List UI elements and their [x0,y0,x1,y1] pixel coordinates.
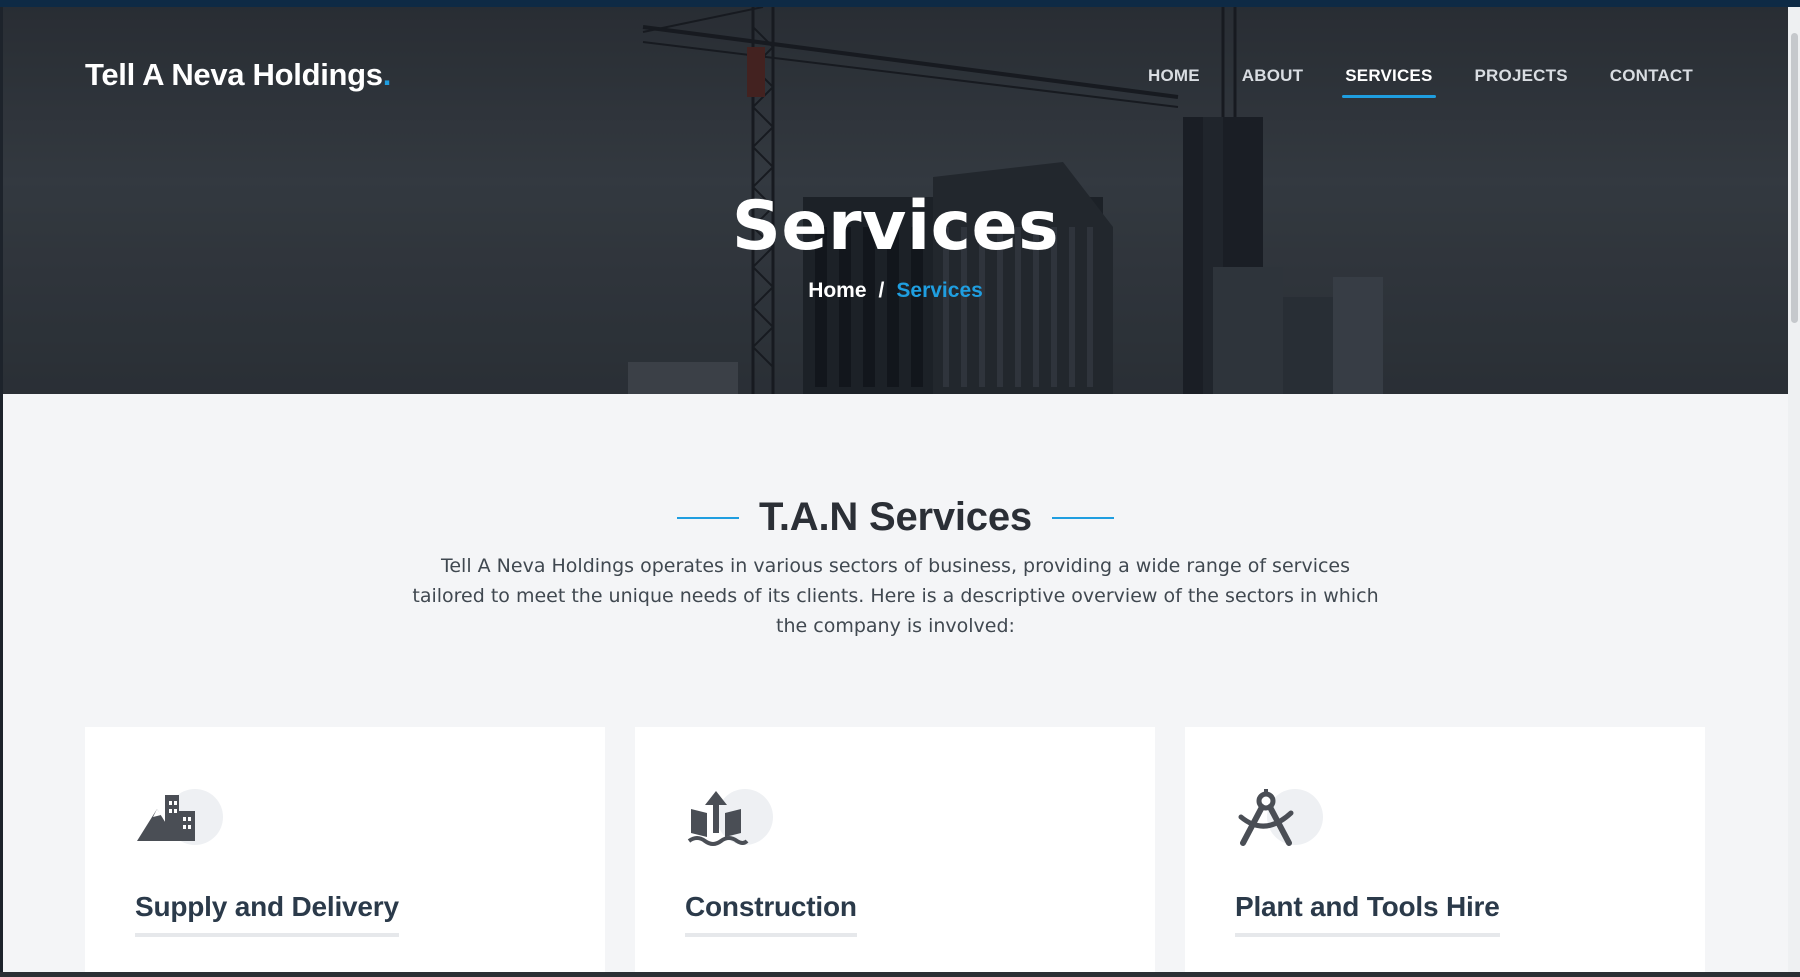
section-title: T.A.N Services [759,495,1032,539]
window-bottom-border [0,972,1800,977]
page-scrollbar[interactable] [1788,7,1800,972]
service-card-construction[interactable]: Construction [635,727,1155,972]
breadcrumb-home-link[interactable]: Home [808,279,866,302]
heading-divider-left [677,516,740,519]
site-logo[interactable]: Tell A Neva Holdings. [85,57,391,93]
scrollbar-thumb[interactable] [1791,33,1798,323]
nav-about[interactable]: ABOUT [1221,65,1324,99]
hero-banner: Tell A Neva Holdings. HOME ABOUT SERVICE… [3,7,1788,394]
service-card-title: Construction [685,891,857,937]
service-cards: Supply and Delivery Construction Plant a… [85,727,1705,972]
logo-dot: . [382,57,392,92]
nav-services[interactable]: SERVICES [1324,65,1453,99]
section-description: Tell A Neva Holdings operates in various… [412,555,1379,637]
nav-projects[interactable]: PROJECTS [1454,65,1589,99]
section-heading: T.A.N Services [3,495,1788,540]
service-card-title: Supply and Delivery [135,891,399,937]
browser-window: Tell A Neva Holdings. HOME ABOUT SERVICE… [0,0,1800,977]
service-card-supply[interactable]: Supply and Delivery [85,727,605,972]
page-title: Services [731,187,1060,266]
breadcrumb-separator: / [878,279,885,302]
window-top-border [0,0,1800,7]
service-card-plant-hire[interactable]: Plant and Tools Hire [1185,727,1705,972]
main-navbar: Tell A Neva Holdings. HOME ABOUT SERVICE… [3,7,1788,137]
breadcrumb-current: Services [896,279,983,302]
nav-menu: HOME ABOUT SERVICES PROJECTS CONTACT [1127,65,1714,99]
water-upload-icon [685,787,773,851]
breadcrumb: Home / Services [3,279,1788,303]
compass-drafting-icon [1235,787,1323,851]
mountain-city-icon [135,787,223,851]
nav-contact[interactable]: CONTACT [1589,65,1714,99]
service-card-title: Plant and Tools Hire [1235,891,1500,937]
logo-text: Tell A Neva Holdings [85,57,383,92]
heading-divider-right [1051,516,1114,519]
nav-home[interactable]: HOME [1127,65,1221,99]
page-viewport: Tell A Neva Holdings. HOME ABOUT SERVICE… [3,7,1788,972]
